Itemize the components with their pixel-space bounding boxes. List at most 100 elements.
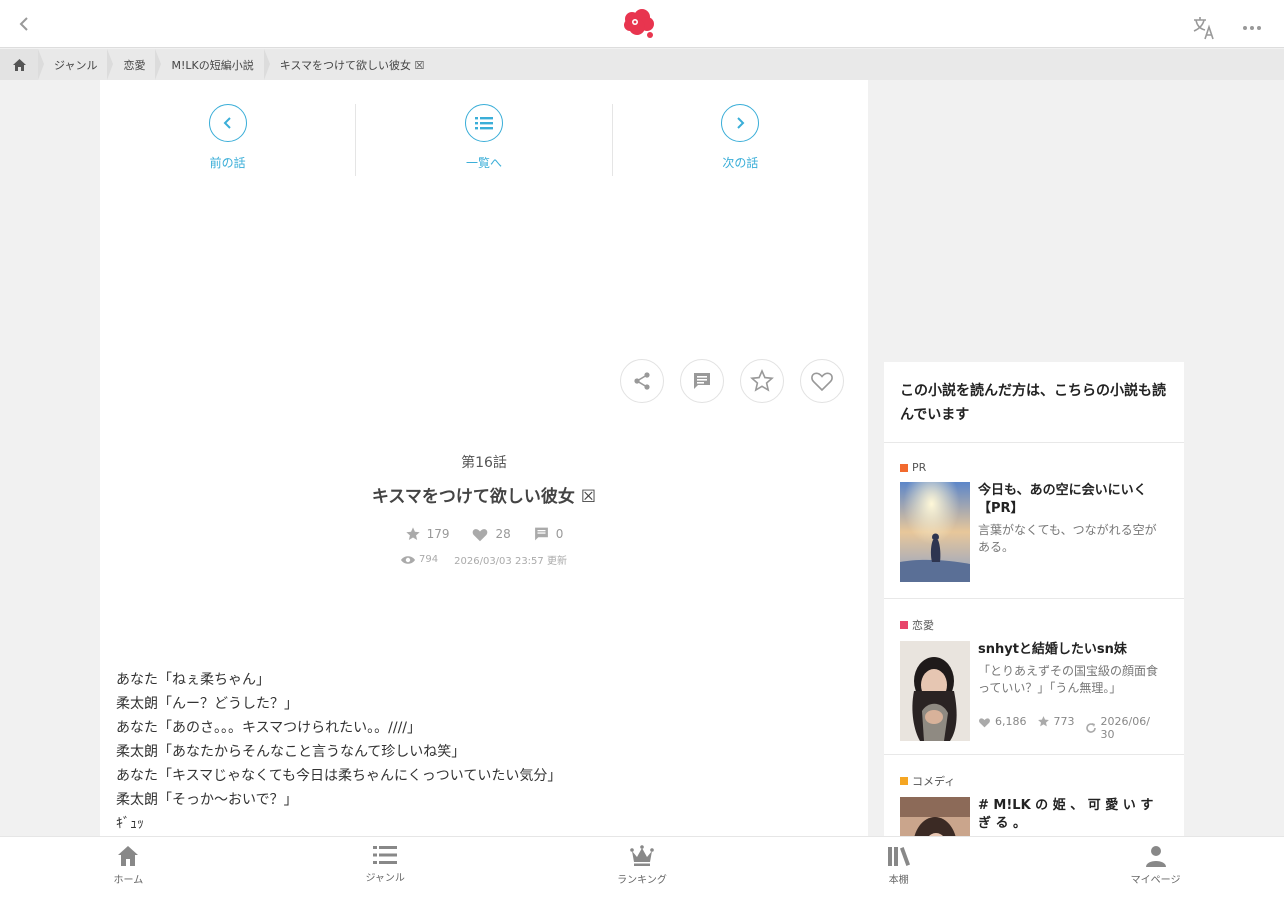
- star-count-value: 179: [426, 527, 450, 541]
- episode-nav: 前の話 一覧へ 次の話: [100, 104, 868, 176]
- recommendation-item[interactable]: コメディ # M!LK の 姫 、 可 愛 い す ぎ る 。: [884, 755, 1184, 836]
- nav-genre[interactable]: ジャンル: [257, 837, 514, 900]
- rec-thumbnail[interactable]: [900, 641, 970, 741]
- rec-tag-label: コメディ: [912, 775, 956, 788]
- back-icon[interactable]: [12, 12, 36, 36]
- refresh-icon: [1085, 723, 1096, 733]
- story-body: あなた「ねぇ柔ちゃん」 柔太朗「んー？どうした？」 あなた「あのさ。。。キスマつ…: [116, 668, 561, 836]
- rec-tag-label: PR: [912, 461, 927, 474]
- tag-color-square: [900, 463, 908, 472]
- nav-mypage[interactable]: マイページ: [1027, 837, 1284, 900]
- recommendation-item[interactable]: PR 今日も、あの空に会いにいく【PR】 言葉がなくても、つながれる空がある。: [884, 443, 1184, 599]
- bookshelf-icon: [887, 847, 910, 866]
- nav-mypage-label: マイページ: [1130, 875, 1181, 886]
- updated-date: 2026/03/03 23:57 更新: [454, 556, 567, 567]
- next-episode-button[interactable]: 次の話: [611, 104, 868, 176]
- rec-thumbnail[interactable]: [900, 482, 970, 582]
- rec-star-value: 773: [1053, 715, 1075, 728]
- story-line: 柔太朗「んー？どうした？」: [116, 696, 298, 712]
- breadcrumb-novel[interactable]: M!LKの短編小説: [161, 49, 264, 80]
- breadcrumb-romance[interactable]: 恋愛: [113, 49, 156, 80]
- rec-thumbnail[interactable]: [900, 797, 970, 836]
- nav-ranking[interactable]: ランキング: [514, 837, 771, 900]
- view-count-value: 794: [419, 554, 439, 565]
- rec-title: 今日も、あの空に会いにいく【PR】: [978, 483, 1147, 516]
- translate-icon[interactable]: [1190, 14, 1218, 42]
- nav-home-label: ホーム: [113, 875, 144, 886]
- top-header: [0, 0, 1284, 48]
- star-count: 179: [405, 526, 450, 542]
- episode-number: 第16話: [461, 455, 507, 471]
- user-icon: [1145, 846, 1166, 867]
- story-line: あなた「あのさ。。。キスマつけられたい。。////」: [116, 720, 422, 736]
- episode-list-label: 一覧へ: [465, 156, 502, 170]
- view-count: 794: [401, 552, 438, 567]
- story-line: あなた「ねぇ柔ちゃん」: [116, 672, 270, 688]
- episode-meta: 794 2026/03/03 23:57 更新: [100, 552, 868, 567]
- share-icon: [634, 372, 650, 390]
- story-line: ｷﾞｭｯ: [116, 816, 144, 832]
- recommendation-item[interactable]: 恋愛 snhytと結婚したいsn妹 「とりあえずその国宝級の顔面食っていい？」「…: [884, 599, 1184, 755]
- rec-tag: コメディ: [900, 773, 1168, 789]
- action-buttons: [620, 359, 844, 403]
- like-button[interactable]: [800, 359, 844, 403]
- prev-episode-button[interactable]: 前の話: [100, 104, 355, 176]
- home-icon: [12, 58, 26, 71]
- more-icon[interactable]: [1240, 14, 1264, 38]
- heart-outline-icon: [811, 372, 833, 392]
- rec-star-count: 773: [1037, 715, 1075, 728]
- rec-tag: 恋愛: [900, 617, 1168, 633]
- story-line: 柔太朗「そっか〜おいで？」: [116, 792, 298, 808]
- episode-list-button[interactable]: 一覧へ: [355, 104, 611, 176]
- recommendation-panel: この小説を読んだ方は、こちらの小説も読んでいます PR 今日も、あの空に会いにい…: [884, 362, 1184, 836]
- list-icon: [373, 846, 398, 864]
- favorite-star-button[interactable]: [740, 359, 784, 403]
- nav-ranking-label: ランキング: [617, 875, 667, 886]
- comment-icon: [694, 373, 710, 389]
- star-icon: [405, 527, 420, 540]
- breadcrumb: ジャンル 恋愛 M!LKの短編小説 キスマをつけて欲しい彼女 ☒: [0, 49, 1284, 80]
- nav-home[interactable]: ホーム: [0, 837, 257, 900]
- rec-tag: PR: [900, 461, 1168, 474]
- crown-icon: [630, 845, 654, 866]
- recommendation-heading: この小説を読んだ方は、こちらの小説も読んでいます: [884, 362, 1184, 443]
- bottom-nav: ホーム ジャンル ランキング 本棚 マイページ: [0, 836, 1284, 900]
- site-logo[interactable]: [622, 8, 656, 40]
- rec-updated: 2026/06/30: [1085, 715, 1157, 741]
- chevron-left-icon: [208, 104, 247, 142]
- like-count-value: 28: [495, 527, 511, 541]
- comment-icon: [534, 527, 548, 541]
- heart-icon: [979, 717, 990, 727]
- star-outline-icon: [750, 369, 774, 392]
- story-line: 柔太朗「あなたからそんなこと言うなんて珍しいね笑」: [116, 744, 466, 760]
- breadcrumb-genre[interactable]: ジャンル: [44, 49, 108, 80]
- comment-count: 0: [533, 526, 564, 542]
- rec-description: 「とりあえずその国宝級の顔面食っていい？」「うん無理。」: [978, 664, 1159, 695]
- breadcrumb-home[interactable]: [0, 49, 38, 80]
- list-icon: [464, 104, 503, 142]
- rec-stats: 6,186 773 2026/06/30: [978, 715, 1157, 741]
- share-button[interactable]: [620, 359, 664, 403]
- rec-like-count: 6,186: [978, 715, 1027, 728]
- comment-button[interactable]: [680, 359, 724, 403]
- home-icon: [118, 846, 139, 866]
- rec-title: # M!LK の 姫 、 可 愛 い す ぎ る 。: [978, 798, 1154, 831]
- rec-tag-label: 恋愛: [912, 619, 934, 632]
- next-episode-label: 次の話: [722, 156, 759, 170]
- comment-count-value: 0: [555, 527, 564, 541]
- nav-shelf[interactable]: 本棚: [770, 837, 1027, 900]
- episode-content: 前の話 一覧へ 次の話 第16話 キスマをつけて欲しい彼女 ☒ 179 28 0…: [100, 80, 868, 836]
- heart-icon: [473, 529, 488, 542]
- tag-color-square: [900, 777, 908, 785]
- breadcrumb-episode: キスマをつけて欲しい彼女 ☒: [269, 49, 435, 80]
- prev-episode-label: 前の話: [209, 156, 246, 170]
- chevron-right-icon: [721, 104, 760, 142]
- tag-color-square: [900, 621, 908, 629]
- nav-genre-label: ジャンル: [365, 873, 405, 884]
- rec-description: 言葉がなくても、つながれる空がある。: [978, 523, 1157, 554]
- rec-like-value: 6,186: [995, 715, 1027, 728]
- episode-title: キスマをつけて欲しい彼女 ☒: [371, 487, 597, 507]
- rec-date-value: 2026/06/30: [1100, 715, 1150, 741]
- eye-icon: [401, 555, 416, 564]
- episode-stats: 179 28 0: [100, 526, 868, 542]
